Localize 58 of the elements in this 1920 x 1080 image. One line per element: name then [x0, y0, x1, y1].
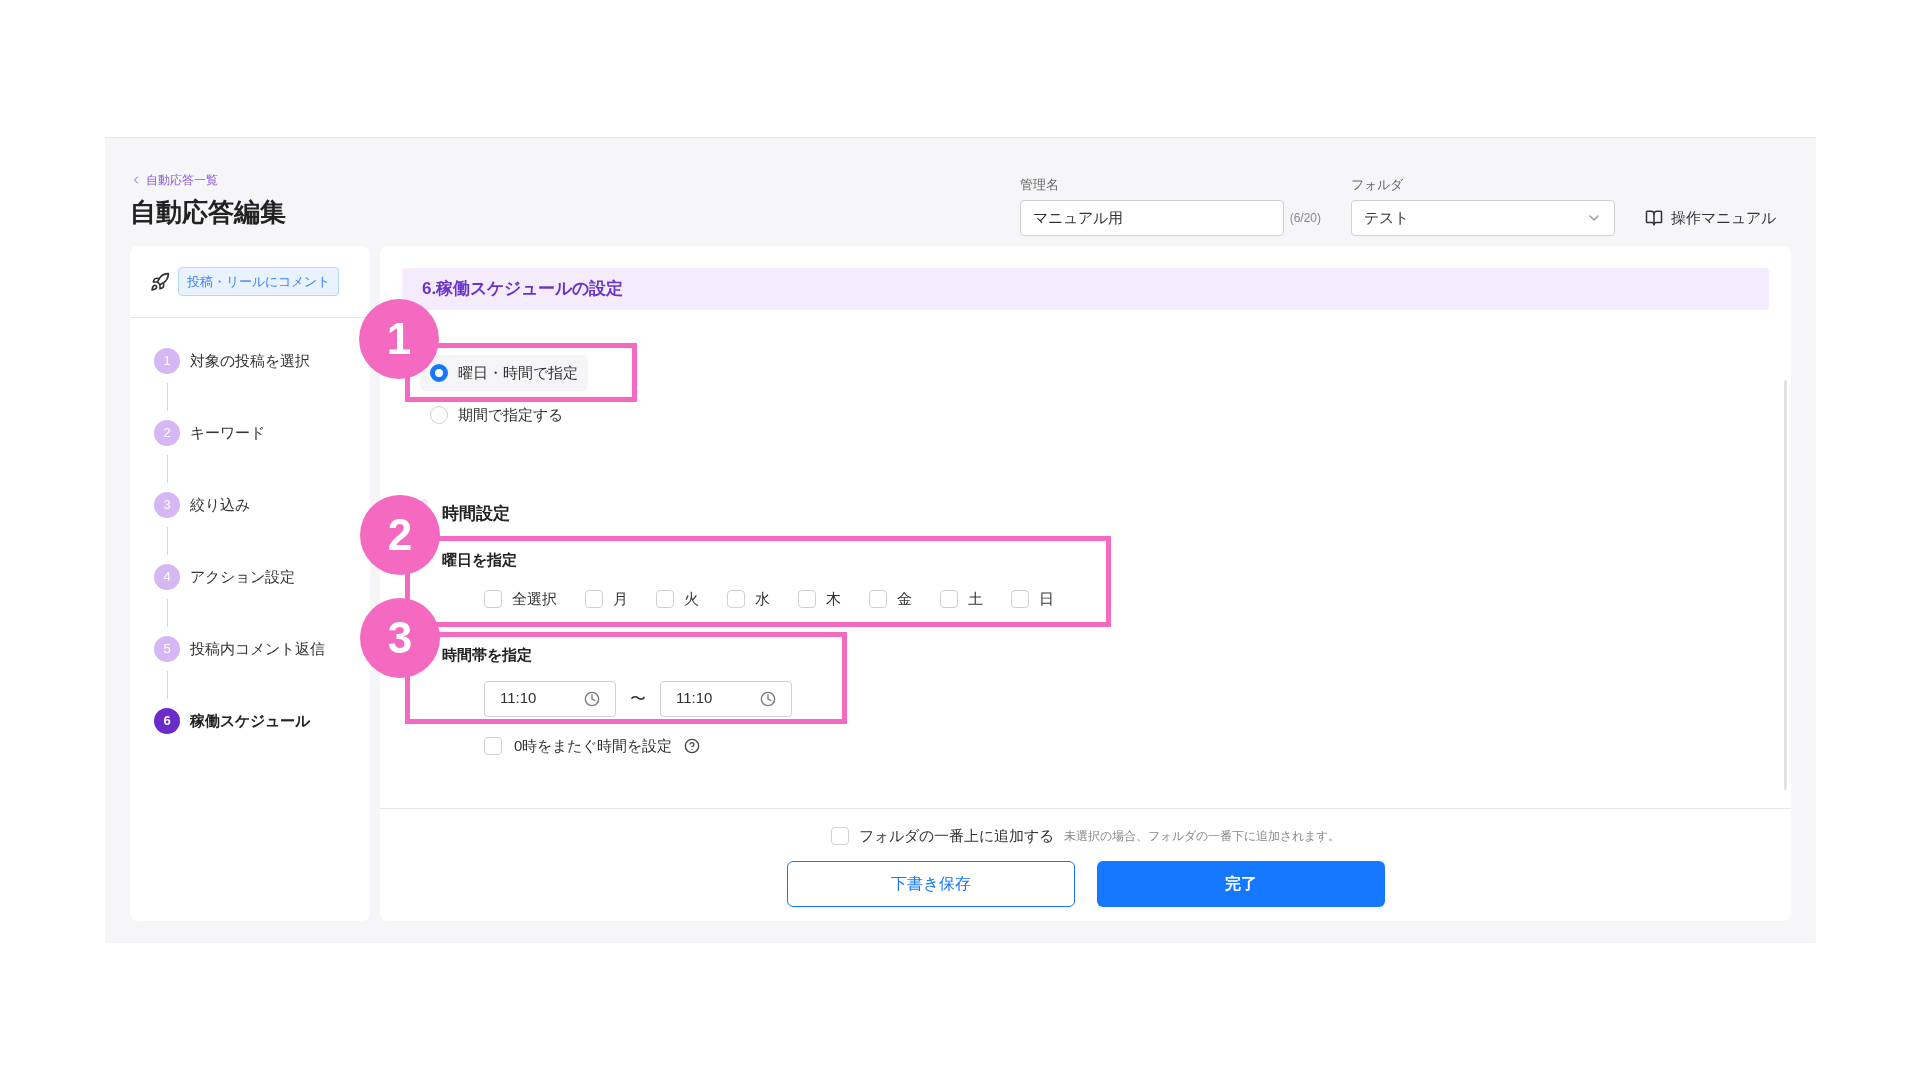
day-label: 木	[826, 588, 841, 609]
hint-text: 未選択の場合、フォルダの一番下に追加されます。	[1064, 827, 1340, 845]
checkbox[interactable]	[585, 589, 603, 608]
checkbox-label: フォルダの一番上に追加する	[859, 825, 1054, 846]
radio-option[interactable]: 曜日・時間で指定	[420, 355, 588, 391]
char-counter: (6/20)	[1289, 210, 1321, 227]
step-item[interactable]: 1 対象の投稿を選択	[154, 346, 346, 376]
step-number: 2	[154, 420, 180, 446]
day-label: 火	[684, 588, 699, 609]
save-draft-button[interactable]: 下書き保存	[786, 861, 1075, 907]
checkbox[interactable]	[484, 736, 502, 755]
checkbox[interactable]	[940, 589, 958, 608]
day-label: 水	[755, 588, 770, 609]
step-item[interactable]: 5 投稿内コメント返信	[154, 634, 346, 664]
checkbox[interactable]	[484, 589, 502, 608]
checkbox[interactable]	[656, 589, 674, 608]
time-input[interactable]: 11:10	[484, 680, 616, 717]
step-number: 4	[154, 564, 180, 590]
step-item[interactable]: 3 絞り込み	[154, 490, 346, 520]
done-button[interactable]: 完了	[1096, 861, 1385, 907]
folder-select[interactable]: テスト	[1351, 200, 1615, 236]
step-number: 1	[154, 348, 180, 374]
manual-link[interactable]: 操作マニュアル	[1645, 200, 1776, 236]
breadcrumb-link[interactable]: 自動応答一覧	[130, 171, 286, 189]
checkbox-label: 0時をまたぐ時間を設定	[514, 735, 673, 756]
radio-option[interactable]: 期間で指定する	[420, 397, 573, 433]
section-heading: 時間設定	[442, 503, 510, 526]
range-label: 時間帯を指定	[442, 645, 533, 665]
rocket-icon	[150, 271, 170, 292]
time-input[interactable]: 11:10	[660, 680, 792, 717]
field-label: 管理名	[1019, 175, 1060, 194]
clock-icon	[760, 690, 776, 707]
days-label: 曜日を指定	[442, 550, 518, 570]
book-icon	[1645, 209, 1663, 227]
field-label: フォルダ	[1351, 175, 1404, 194]
step-number: 6	[154, 708, 180, 734]
section-header: 6.稼働スケジュールの設定	[402, 268, 1769, 310]
clock-icon	[584, 690, 600, 707]
checkbox[interactable]	[869, 589, 887, 608]
range-separator: 〜	[630, 688, 646, 709]
checkbox[interactable]	[1011, 589, 1029, 608]
checkbox[interactable]	[831, 826, 849, 845]
step-number: 5	[154, 636, 180, 662]
day-label: 金	[897, 588, 912, 609]
day-label: 土	[968, 588, 983, 609]
step-item[interactable]: 2 キーワード	[154, 418, 346, 448]
step-item[interactable]: 4 アクション設定	[154, 562, 346, 592]
page-title: 自動応答編集	[130, 196, 286, 229]
trigger-tag: 投稿・リールにコメント	[178, 266, 339, 297]
day-label: 月	[613, 588, 628, 609]
step-number: 3	[154, 492, 180, 518]
name-input[interactable]: マニュアル用	[1019, 200, 1284, 236]
step-item[interactable]: 6 稼働スケジュール	[154, 706, 346, 736]
checkbox[interactable]	[727, 589, 745, 608]
day-label: 日	[1039, 588, 1054, 609]
help-icon	[684, 737, 701, 754]
day-label: 全選択	[512, 588, 557, 609]
checkbox[interactable]	[798, 589, 816, 608]
